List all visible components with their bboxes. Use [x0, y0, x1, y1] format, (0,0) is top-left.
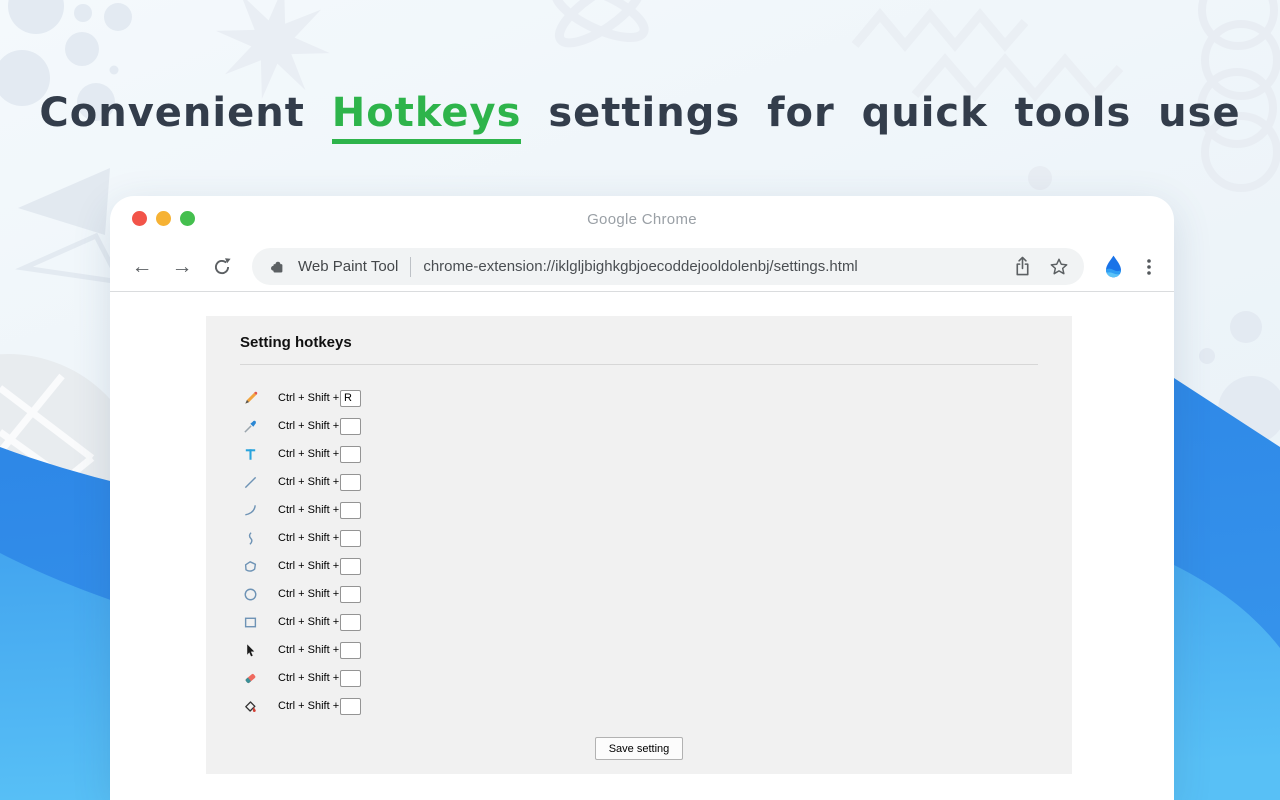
- hotkey-row: Ctrl + Shift +: [243, 636, 1038, 664]
- eraser-tool-icon: [243, 671, 258, 686]
- hotkey-label: Ctrl + Shift +: [278, 672, 340, 684]
- hotkey-input[interactable]: [340, 418, 361, 435]
- squiggle-tool-icon: [243, 531, 258, 546]
- hotkey-label: Ctrl + Shift +: [278, 700, 340, 712]
- hotkey-input[interactable]: [340, 446, 361, 463]
- hotkey-row: Ctrl + Shift +: [243, 524, 1038, 552]
- window-title: Google Chrome: [587, 211, 697, 228]
- hotkey-row: Ctrl + Shift +: [243, 664, 1038, 692]
- eyedropper-tool-icon: [243, 419, 258, 434]
- cursor-tool-icon: [243, 643, 258, 658]
- forward-button[interactable]: →: [170, 253, 194, 281]
- traffic-lights: [132, 211, 195, 226]
- polygon-tool-icon: [243, 559, 258, 574]
- headline: Convenient Hotkeys settings for quick to…: [0, 90, 1280, 144]
- hotkey-row: Ctrl + Shift +: [243, 468, 1038, 496]
- hotkey-input[interactable]: [340, 530, 361, 547]
- hotkey-row: Ctrl + Shift +: [243, 384, 1038, 412]
- starburst-shape: [216, 0, 330, 99]
- share-icon[interactable]: [1013, 255, 1032, 278]
- curve-tool-icon: [243, 503, 258, 518]
- hotkey-label: Ctrl + Shift +: [278, 588, 340, 600]
- panel-divider: [240, 364, 1038, 365]
- page-url: chrome-extension://iklgljbighkgbjoecodde…: [423, 258, 857, 275]
- hotkey-rows: Ctrl + Shift + Ctrl + Shift + Ctrl + Shi…: [243, 384, 1038, 720]
- address-bar[interactable]: Web Paint Tool chrome-extension://iklglj…: [252, 248, 1084, 285]
- pencil-tool-icon: [243, 391, 258, 406]
- hotkey-input[interactable]: [340, 474, 361, 491]
- browser-window: Google Chrome ← → Web Paint Tool chrome-…: [110, 196, 1174, 800]
- rectangle-tool-icon: [243, 615, 258, 630]
- hotkeys-panel: Setting hotkeys Ctrl + Shift + Ctrl + Sh…: [206, 316, 1072, 774]
- line-tool-icon: [243, 475, 258, 490]
- hotkey-input[interactable]: [340, 670, 361, 687]
- hotkey-input[interactable]: [340, 558, 361, 575]
- extension-puzzle-icon: [269, 258, 286, 275]
- fill-tool-icon: [243, 699, 258, 714]
- hotkey-row: Ctrl + Shift +: [243, 496, 1038, 524]
- reload-icon: [212, 257, 232, 277]
- extension-name: Web Paint Tool: [298, 258, 398, 275]
- hotkey-row: Ctrl + Shift +: [243, 580, 1038, 608]
- hotkey-label: Ctrl + Shift +: [278, 476, 340, 488]
- reload-button[interactable]: [210, 253, 234, 281]
- headline-post: settings for quick tools use: [548, 90, 1240, 136]
- browser-toolbar: ← → Web Paint Tool chrome-extension://ik…: [110, 242, 1174, 292]
- hotkey-row: Ctrl + Shift +: [243, 608, 1038, 636]
- hotkey-input[interactable]: [340, 614, 361, 631]
- close-window-button[interactable]: [132, 211, 147, 226]
- hotkey-label: Ctrl + Shift +: [278, 392, 340, 404]
- headline-pre: Convenient: [39, 90, 304, 136]
- panel-heading: Setting hotkeys: [240, 334, 1038, 351]
- browser-menu-icon[interactable]: [1139, 256, 1159, 278]
- hotkey-row: Ctrl + Shift +: [243, 552, 1038, 580]
- ellipse-tool-icon: [243, 587, 258, 602]
- hotkey-label: Ctrl + Shift +: [278, 532, 340, 544]
- hotkey-label: Ctrl + Shift +: [278, 644, 340, 656]
- text-tool-icon: [243, 447, 258, 462]
- back-button[interactable]: ←: [130, 253, 154, 281]
- atom-shape: [549, 0, 650, 53]
- hotkey-input[interactable]: [340, 586, 361, 603]
- hotkey-row: Ctrl + Shift +: [243, 692, 1038, 720]
- hotkey-label: Ctrl + Shift +: [278, 504, 340, 516]
- hotkey-row: Ctrl + Shift +: [243, 440, 1038, 468]
- omnibox-separator: [410, 257, 411, 277]
- hotkey-label: Ctrl + Shift +: [278, 616, 340, 628]
- save-setting-button[interactable]: Save setting: [595, 737, 683, 760]
- hotkey-input[interactable]: [340, 502, 361, 519]
- hotkey-row: Ctrl + Shift +: [243, 412, 1038, 440]
- web-paint-extension-icon[interactable]: [1101, 254, 1126, 279]
- hotkey-input[interactable]: [340, 390, 361, 407]
- hotkey-label: Ctrl + Shift +: [278, 448, 340, 460]
- bookmark-star-icon[interactable]: [1048, 256, 1070, 278]
- hotkey-input[interactable]: [340, 698, 361, 715]
- title-bar: Google Chrome: [110, 196, 1174, 242]
- minimize-window-button[interactable]: [156, 211, 171, 226]
- headline-highlight: Hotkeys: [332, 92, 522, 144]
- settings-page: Setting hotkeys Ctrl + Shift + Ctrl + Sh…: [110, 316, 1174, 800]
- zoom-window-button[interactable]: [180, 211, 195, 226]
- hotkey-label: Ctrl + Shift +: [278, 560, 340, 572]
- hotkey-input[interactable]: [340, 642, 361, 659]
- hotkey-label: Ctrl + Shift +: [278, 420, 340, 432]
